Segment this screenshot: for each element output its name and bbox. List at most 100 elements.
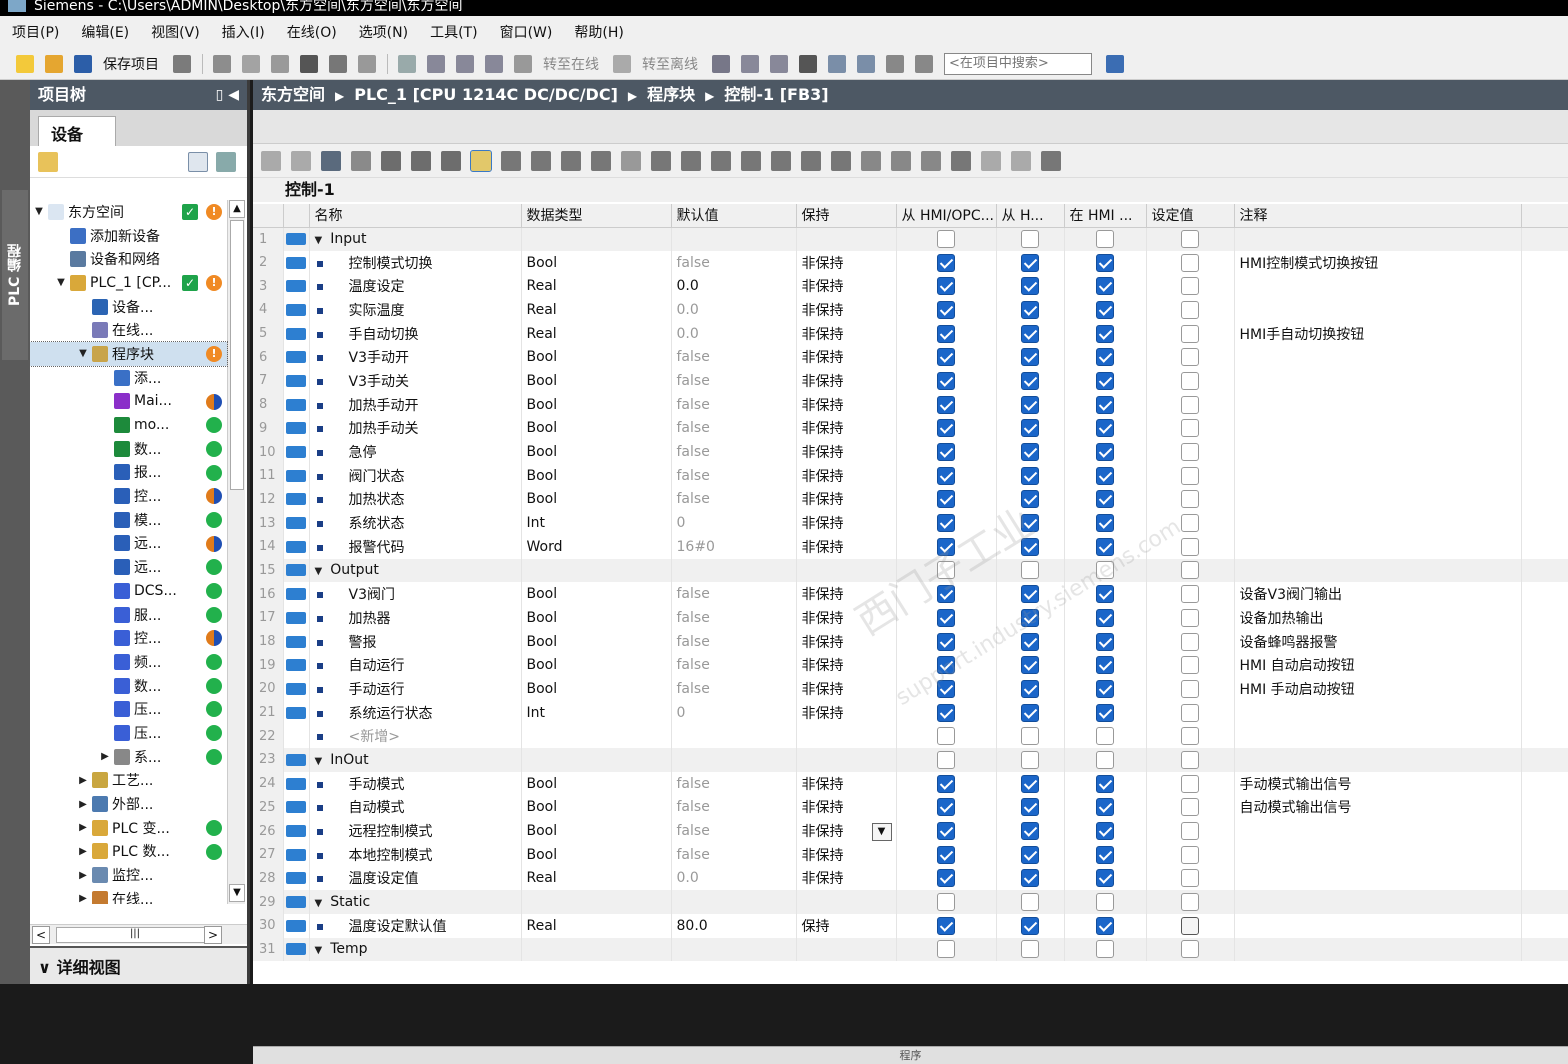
setpoint-checkbox[interactable] xyxy=(1181,632,1199,651)
setpoint-checkbox[interactable] xyxy=(1181,727,1199,746)
datatype-cell[interactable]: Bool xyxy=(521,606,672,630)
bottom-splitter[interactable]: 程序 xyxy=(253,1046,1568,1064)
default-value-cell[interactable]: 80.0 xyxy=(671,913,797,938)
restore-icon[interactable] xyxy=(915,54,933,73)
name-cell[interactable]: 加热器 xyxy=(309,606,522,630)
comment-cell[interactable] xyxy=(1234,392,1522,417)
hmi-writable-checkbox[interactable] xyxy=(1021,893,1039,912)
tree-item[interactable]: 远... xyxy=(30,532,227,556)
section-row[interactable]: 29 ▼ Static xyxy=(253,890,1568,914)
retain-cell[interactable]: 非保持 xyxy=(796,440,897,464)
hmi-writable-checkbox[interactable] xyxy=(1021,869,1039,888)
project-search-input[interactable] xyxy=(944,52,1092,75)
hmi-visible-checkbox[interactable] xyxy=(1096,324,1114,343)
tree-item[interactable]: 远... xyxy=(30,555,227,579)
col-header-hmi-writable[interactable]: 从 H... xyxy=(996,204,1065,228)
datatype-cell[interactable] xyxy=(521,890,672,914)
setpoint-checkbox[interactable] xyxy=(1181,324,1199,343)
hmi-visible-checkbox[interactable] xyxy=(1096,822,1114,841)
hmi-accessible-checkbox[interactable] xyxy=(937,822,955,841)
section-toggle-icon[interactable]: ▼ xyxy=(315,566,323,577)
default-value-cell[interactable]: false xyxy=(671,416,797,441)
simulate-icon[interactable] xyxy=(485,54,503,73)
comment-cell[interactable]: 自动模式输出信号 xyxy=(1234,795,1522,820)
datatype-cell[interactable]: Real xyxy=(521,321,672,346)
default-value-cell[interactable]: false xyxy=(671,345,797,370)
default-value-cell[interactable]: false xyxy=(671,842,797,867)
hmi-visible-checkbox[interactable] xyxy=(1096,703,1114,722)
tree-item[interactable]: 数... xyxy=(30,437,227,461)
setpoint-checkbox[interactable] xyxy=(1181,656,1199,675)
ba-icon[interactable] xyxy=(1011,150,1031,171)
setpoint-checkbox[interactable] xyxy=(1181,419,1199,438)
table-row[interactable]: 25 自动模式 Bool false 非保持 自动模式输出信号 xyxy=(253,795,1568,820)
monitor-icon[interactable] xyxy=(861,150,881,171)
hmi-accessible-checkbox[interactable] xyxy=(937,869,955,888)
comment-cell[interactable]: HMI 手动启动按钮 xyxy=(1234,677,1522,701)
tree-item[interactable]: 添加新设备 xyxy=(30,224,227,248)
datatype-cell[interactable]: Real xyxy=(521,298,672,322)
name-cell[interactable]: ▼ InOut xyxy=(309,748,522,772)
copy-icon[interactable] xyxy=(242,54,260,73)
hmi-accessible-checkbox[interactable] xyxy=(937,585,955,604)
hmi-writable-checkbox[interactable] xyxy=(1021,466,1039,485)
hmi-writable-checkbox[interactable] xyxy=(1021,443,1039,462)
hmi-visible-checkbox[interactable] xyxy=(1096,277,1114,296)
datatype-cell[interactable]: Bool xyxy=(521,677,672,701)
breadcrumb-program-blocks[interactable]: 程序块 xyxy=(647,85,695,104)
hmi-visible-checkbox[interactable] xyxy=(1096,514,1114,533)
comment-cell[interactable] xyxy=(1234,416,1522,441)
name-cell[interactable]: 加热手动开 xyxy=(309,392,522,417)
default-value-cell[interactable]: 0.0 xyxy=(671,866,797,891)
default-value-cell[interactable]: false xyxy=(671,392,797,417)
comment-cell[interactable] xyxy=(1234,890,1522,914)
setpoint-checkbox[interactable] xyxy=(1181,750,1199,769)
name-cell[interactable]: 报警代码 xyxy=(309,534,522,559)
name-cell[interactable]: 控制模式切换 xyxy=(309,250,522,275)
hmi-visible-checkbox[interactable] xyxy=(1096,443,1114,462)
breadcrumb-plc[interactable]: PLC_1 [CPU 1214C DC/DC/DC] xyxy=(354,85,618,104)
setpoint-checkbox[interactable] xyxy=(1181,371,1199,390)
retain-cell[interactable]: 非保持 xyxy=(796,298,897,322)
retain-cell[interactable]: 非保持 xyxy=(796,392,897,417)
setpoint-checkbox[interactable] xyxy=(1181,466,1199,485)
setpoint-checkbox[interactable] xyxy=(1181,537,1199,556)
retain-cell[interactable]: 非保持 xyxy=(796,629,897,654)
setpoint-checkbox[interactable] xyxy=(1181,300,1199,319)
retain-cell[interactable]: 非保持 xyxy=(796,345,897,370)
goto-error-icon[interactable] xyxy=(801,150,821,171)
default-value-cell[interactable] xyxy=(671,937,797,962)
hmi-accessible-checkbox[interactable] xyxy=(937,253,955,272)
setpoint-checkbox[interactable] xyxy=(1181,348,1199,367)
close-editor-icon[interactable] xyxy=(799,54,817,73)
default-value-cell[interactable] xyxy=(671,227,797,251)
hmi-visible-checkbox[interactable] xyxy=(1096,679,1114,698)
default-value-cell[interactable]: false xyxy=(671,582,797,606)
hmi-writable-checkbox[interactable] xyxy=(1021,727,1039,746)
hmi-writable-checkbox[interactable] xyxy=(1021,774,1039,793)
retain-cell[interactable]: 非保持 xyxy=(796,700,897,725)
comment-cell[interactable]: 设备蜂鸣器报警 xyxy=(1234,629,1522,654)
retain-cell[interactable]: 非保持 xyxy=(796,771,897,796)
comment-cell[interactable] xyxy=(1234,700,1522,725)
default-value-cell[interactable]: false xyxy=(671,463,797,488)
hmi-visible-checkbox[interactable] xyxy=(1096,348,1114,367)
tree-item[interactable]: Mai... xyxy=(30,390,227,414)
hmi-accessible-checkbox[interactable] xyxy=(937,679,955,698)
hmi-accessible-checkbox[interactable] xyxy=(937,774,955,793)
datatype-cell[interactable] xyxy=(521,937,672,962)
hmi-accessible-checkbox[interactable] xyxy=(937,514,955,533)
tree-item[interactable]: ▼ 东方空间 ✓! xyxy=(30,200,227,224)
datatype-cell[interactable]: Bool xyxy=(521,369,672,393)
setpoint-checkbox[interactable] xyxy=(1181,230,1199,249)
datatype-cell[interactable]: Bool xyxy=(521,629,672,654)
download-icon[interactable] xyxy=(427,54,445,73)
tree-item[interactable]: ▶ PLC 数... xyxy=(30,840,227,864)
default-value-cell[interactable] xyxy=(671,748,797,772)
retain-cell[interactable] xyxy=(796,724,897,749)
compile-icon[interactable] xyxy=(398,54,416,73)
name-cell[interactable]: 系统状态 xyxy=(309,511,522,535)
retain-cell[interactable]: 非保持 xyxy=(796,677,897,701)
hmi-accessible-checkbox[interactable] xyxy=(937,277,955,296)
tree-item[interactable]: ▶ 外部... xyxy=(30,792,227,816)
